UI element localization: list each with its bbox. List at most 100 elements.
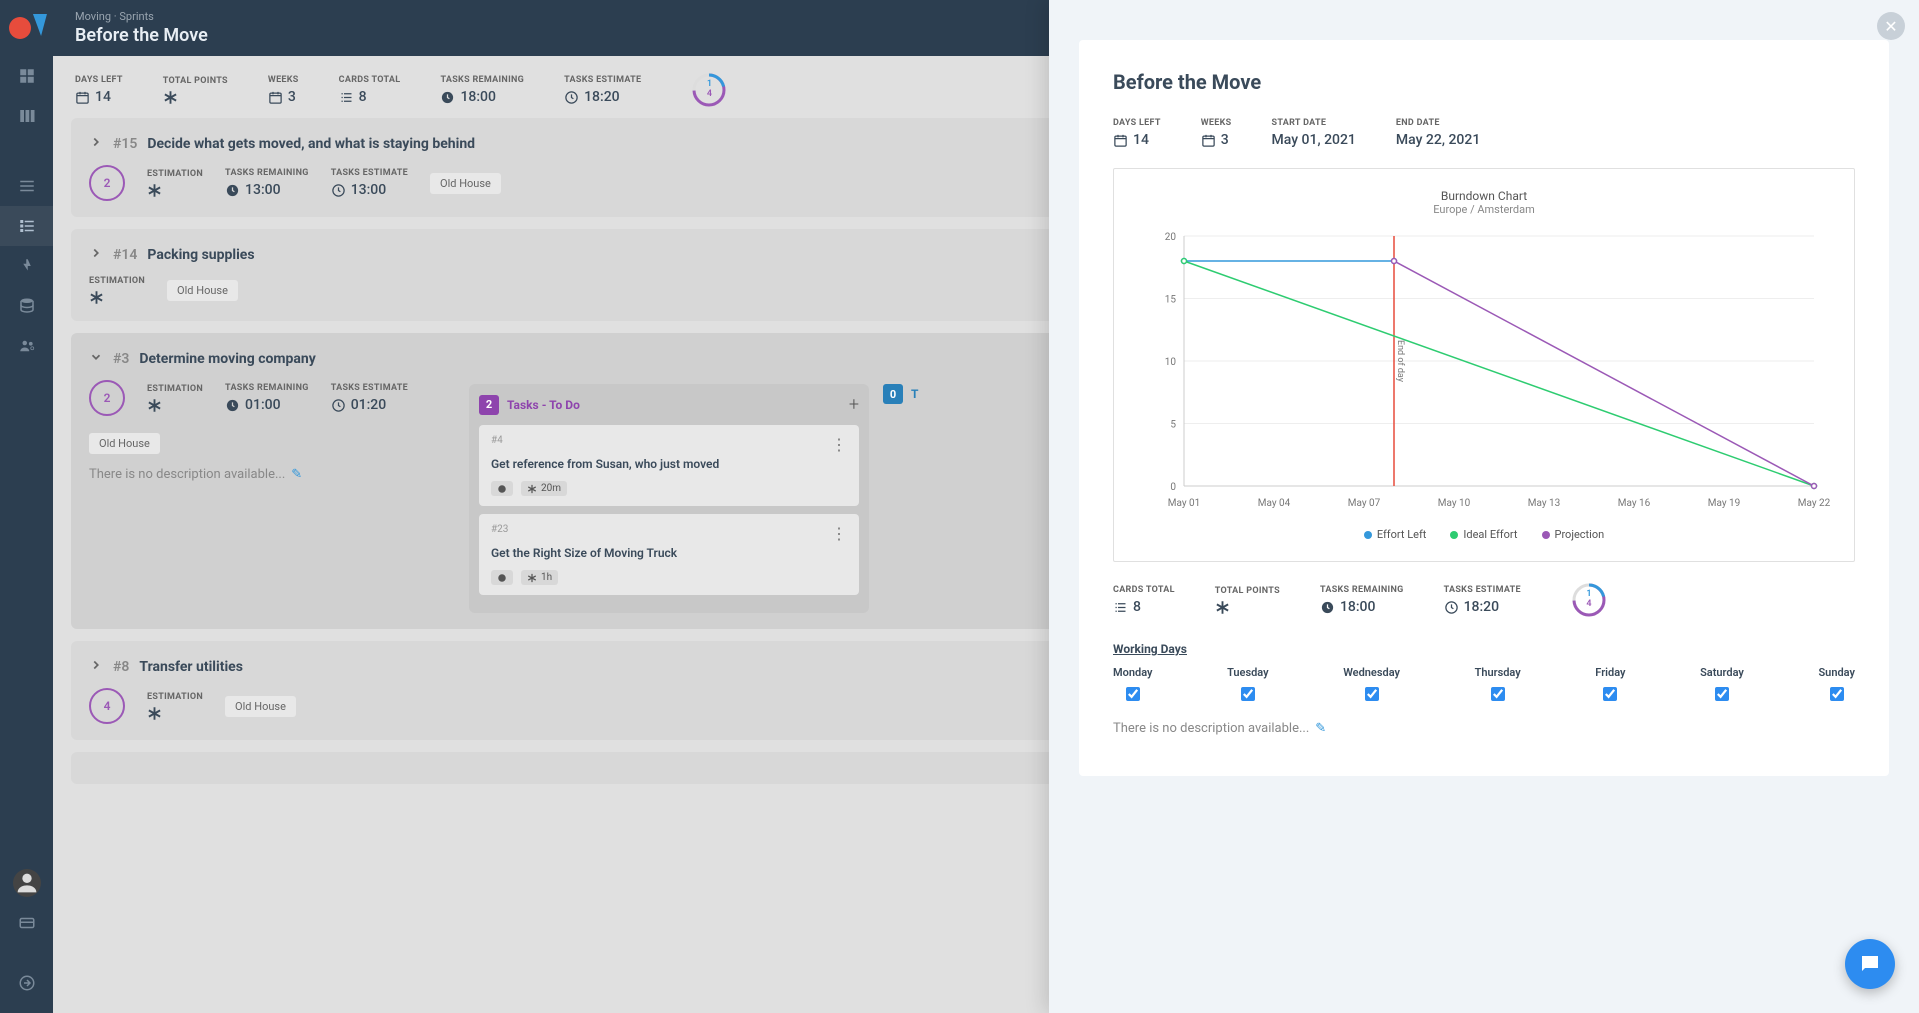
close-button[interactable]: ✕ [1877,12,1905,40]
day-checkbox[interactable] [1241,687,1255,701]
nav-sprints[interactable] [0,206,53,246]
nav-logout[interactable] [0,963,53,1003]
calendar-icon [75,90,90,105]
logo[interactable] [0,0,53,56]
days-left-label: DAYS LEFT [75,75,123,85]
asterisk-icon [147,706,162,721]
task-card[interactable]: #4 ⋮ Get reference from Susan, who just m… [479,425,859,506]
asterisk-icon [527,484,537,494]
progress-ring: 14 [691,72,727,108]
detail-panel: ✕ Before the Move DAYS LEFT14 WEEKS3 STA… [1049,0,1919,1013]
column-title: Tasks - To Do [507,398,580,412]
card-id: #3 [113,351,129,367]
task-card[interactable]: #23⋮ Get the Right Size of Moving Truck … [479,514,859,595]
day-col: Tuesday [1227,666,1269,701]
tag[interactable]: Old House [225,696,296,717]
clock-outline-icon [331,398,346,413]
user-avatar[interactable] [13,869,41,897]
day-checkbox[interactable] [1715,687,1729,701]
svg-text:May 22: May 22 [1798,498,1831,509]
clock-icon [1320,600,1335,615]
task-title: Get reference from Susan, who just moved [491,457,847,471]
clock-chip [491,570,513,585]
svg-text:0: 0 [1170,482,1176,493]
nav-database[interactable] [0,286,53,326]
task-id: #4 [491,435,503,446]
clock-icon [225,398,240,413]
clock-outline-icon [1444,600,1459,615]
total-points-label: TOTAL POINTS [163,76,228,86]
time-chip: 1h [521,570,558,585]
day-checkbox[interactable] [1365,687,1379,701]
day-checkbox[interactable] [1830,687,1844,701]
svg-text:15: 15 [1165,295,1177,306]
column-count-badge: 2 [479,395,499,415]
cards-total-label: CARDS TOTAL [339,75,401,85]
asterisk-icon [147,183,162,198]
tag[interactable]: Old House [89,433,160,454]
column-count-badge: 0 [883,384,903,404]
description-placeholder[interactable]: There is no description available...✎ [89,467,449,482]
add-task-button[interactable]: + [849,394,859,415]
expand-icon[interactable] [89,134,103,153]
expand-icon[interactable] [89,657,103,676]
nav-team[interactable] [0,326,53,366]
svg-text:May 16: May 16 [1618,498,1651,509]
day-col: Thursday [1475,666,1521,701]
tag[interactable]: Old House [167,280,238,301]
nav-list[interactable] [0,166,53,206]
asterisk-icon [147,398,162,413]
clock-outline-icon [564,90,579,105]
nav-activity[interactable] [0,246,53,286]
task-menu-icon[interactable]: ⋮ [831,435,847,454]
chart-legend: Effort LeftIdeal EffortProjection [1134,528,1834,541]
card-id: #15 [113,136,137,152]
list-icon [339,90,354,105]
svg-text:May 10: May 10 [1438,498,1471,509]
calendar-icon [1201,133,1216,148]
chart-title: Burndown Chart [1134,189,1834,203]
day-checkbox[interactable] [1126,687,1140,701]
day-col: Monday [1113,666,1152,701]
list-icon [1113,600,1128,615]
calendar-icon [1113,133,1128,148]
weeks-label: WEEKS [268,75,299,85]
card-id: #8 [113,659,129,675]
day-checkbox[interactable] [1603,687,1617,701]
time-chip: 20m [521,481,567,496]
working-days-row: MondayTuesdayWednesdayThursdayFridaySatu… [1113,666,1855,701]
asterisk-icon [163,90,178,105]
clock-chip [491,481,513,496]
nav-boards[interactable] [0,96,53,136]
expand-icon[interactable] [89,245,103,264]
svg-text:May 01: May 01 [1168,498,1201,509]
calendar-icon [268,90,283,105]
progress-ring: 14 [1571,582,1607,618]
tasks-remaining-label: TASKS REMAINING [440,75,524,85]
edit-icon[interactable]: ✎ [291,467,302,482]
clock-icon [225,183,240,198]
nav-billing[interactable] [0,903,53,943]
card-title: Determine moving company [139,351,315,367]
tasks-column: 2 Tasks - To Do + #4 ⋮ Get reference from… [469,384,869,613]
tag[interactable]: Old House [430,173,501,194]
svg-text:5: 5 [1170,420,1176,431]
chat-button[interactable] [1845,939,1895,989]
day-col: Saturday [1700,666,1744,701]
edit-icon[interactable]: ✎ [1315,721,1326,736]
svg-text:End of day: End of day [1395,340,1405,383]
card-id: #14 [113,247,137,263]
nav-dashboard[interactable] [0,56,53,96]
collapse-icon[interactable] [89,349,103,368]
svg-text:10: 10 [1165,357,1177,368]
svg-text:20: 20 [1165,232,1177,243]
card-title: Transfer utilities [139,659,243,675]
description-placeholder[interactable]: There is no description available...✎ [1113,721,1855,736]
chart-subtitle: Europe / Amsterdam [1134,203,1834,216]
task-menu-icon[interactable]: ⋮ [831,524,847,543]
points-ring: 2 [89,165,125,201]
points-ring: 2 [89,380,125,416]
nav-rail [0,0,53,1013]
svg-text:May 07: May 07 [1348,498,1381,509]
day-checkbox[interactable] [1491,687,1505,701]
